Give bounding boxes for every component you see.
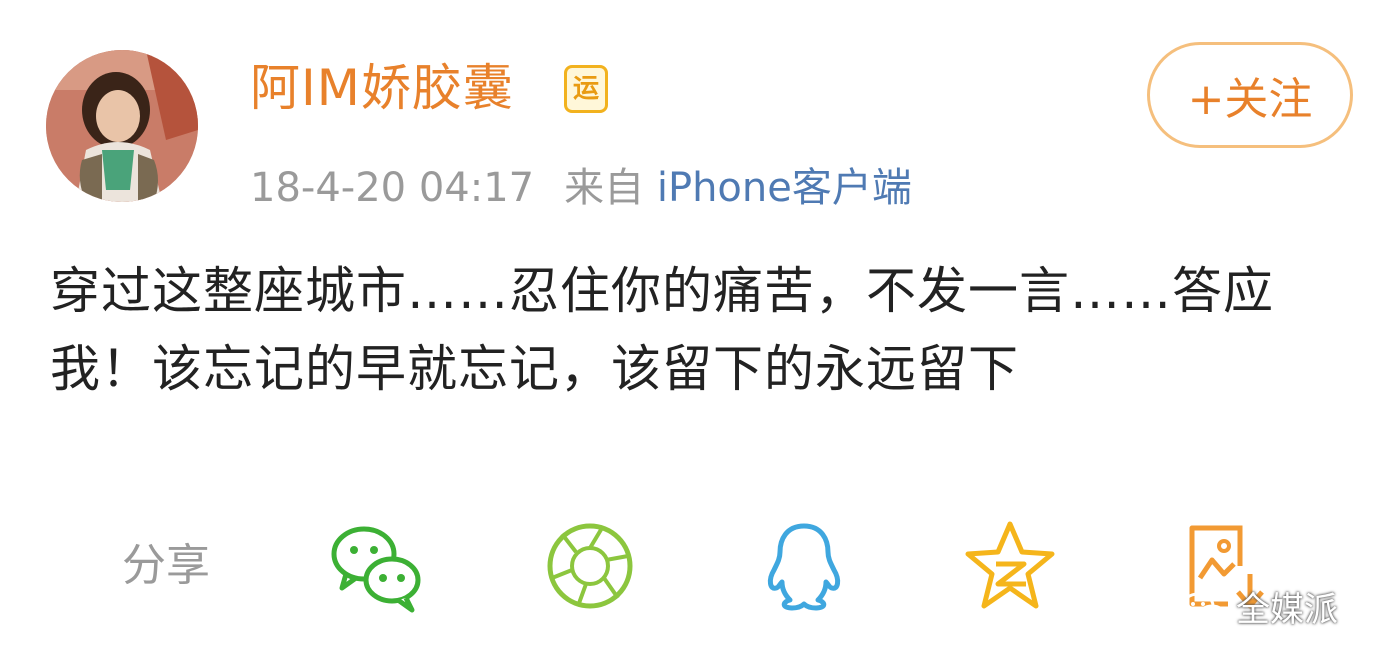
post-meta: 18-4-20 04:17 来自 iPhone客户端 — [250, 160, 912, 216]
post-content: 穿过这整座城市……忍住你的痛苦，不发一言……答应我！该忘记的早就忘记，该留下的永… — [50, 262, 1274, 398]
avatar[interactable] — [46, 50, 198, 202]
weibo-post-card: 阿IM娇胶囊 运 +关注 18-4-20 04:17 来自 iPhone客户端 穿… — [0, 0, 1399, 669]
badge-icon: 运 — [564, 65, 608, 113]
follow-button[interactable]: +关注 — [1147, 42, 1353, 148]
qq-icon[interactable] — [756, 518, 852, 614]
timestamp: 18-4-20 04:17 — [250, 165, 535, 211]
watermark-text: 全媒派 — [1236, 590, 1338, 630]
source-prefix: 来自 — [564, 165, 645, 211]
share-label: 分享 — [122, 540, 210, 591]
source-link[interactable]: iPhone客户端 — [657, 165, 912, 211]
qzone-icon[interactable] — [962, 518, 1058, 614]
moments-icon[interactable] — [542, 518, 638, 614]
wechat-watermark-icon — [1181, 592, 1227, 628]
username[interactable]: 阿IM娇胶囊 — [250, 52, 514, 124]
wechat-icon[interactable] — [328, 518, 424, 614]
watermark: 全媒派 — [1180, 585, 1338, 635]
